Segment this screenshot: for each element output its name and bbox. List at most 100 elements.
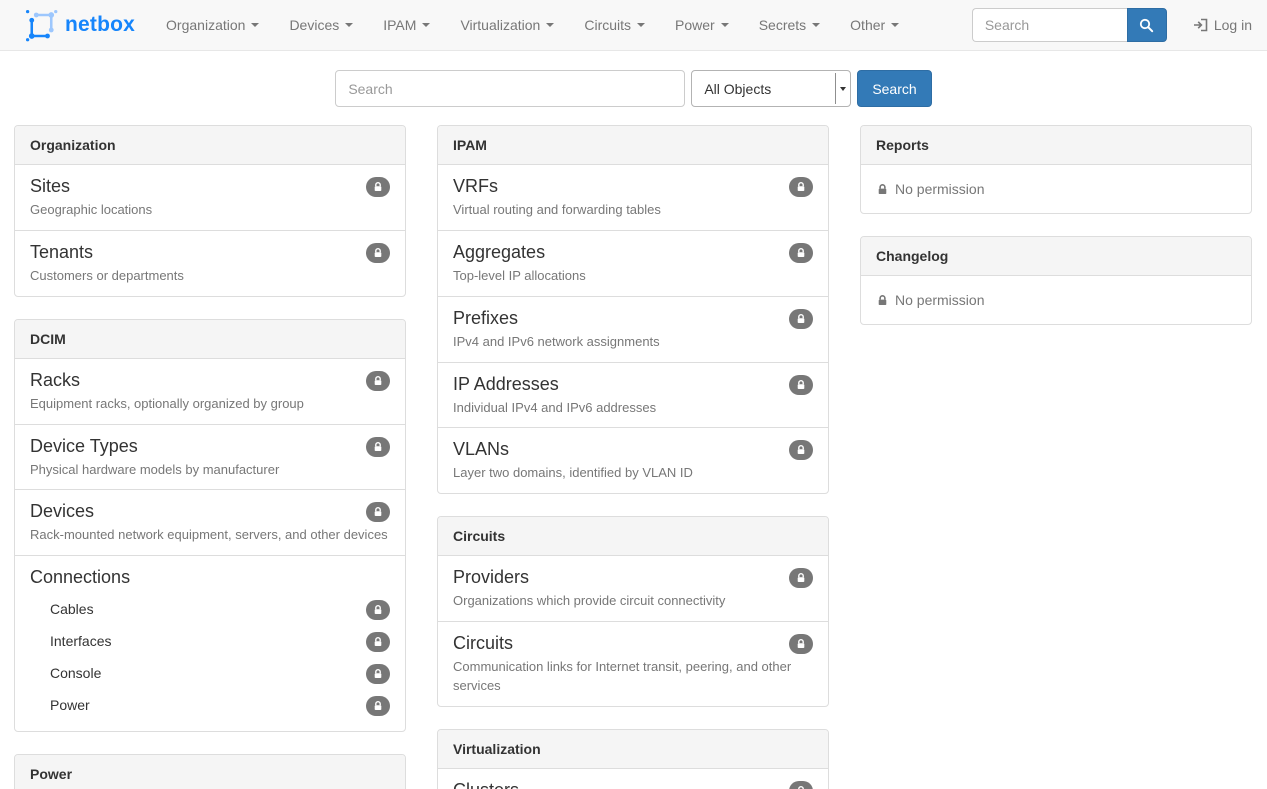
item-description: Virtual routing and forwarding tables [453,201,813,220]
caret-down-icon [345,23,353,27]
item-title[interactable]: Clusters [453,779,519,789]
item-head: Clusters [453,779,813,789]
lock-badge [366,177,390,197]
item-title[interactable]: Sites [30,175,70,198]
item-title[interactable]: Prefixes [453,307,518,330]
nav-item-ipam[interactable]: IPAM [368,0,445,50]
caret-down-icon [812,23,820,27]
panel-item-tenants[interactable]: TenantsCustomers or departments [15,231,405,296]
panel-item-devices[interactable]: DevicesRack-mounted network equipment, s… [15,490,405,556]
panel-item-vrfs[interactable]: VRFs Virtual routing and forwarding table… [438,165,828,231]
no-permission-message: No permission [861,276,1251,324]
nav-item-power[interactable]: Power [660,0,744,50]
item-title[interactable]: Device Types [30,435,138,458]
item-title[interactable]: Tenants [30,241,93,264]
lock-icon [372,668,384,680]
no-permission-message: No permission [861,165,1251,213]
panel-dcim: DCIMRacksEquipment racks, optionally org… [14,319,406,733]
object-type-select[interactable]: All Objects [691,70,851,107]
search-icon [1139,18,1154,33]
panel-item-prefixes[interactable]: PrefixesIPv4 and IPv6 network assignment… [438,297,828,363]
subitem-interfaces[interactable]: Interfaces [30,625,390,657]
lock-badge [366,696,390,716]
subitem-console[interactable]: Console [30,657,390,689]
lock-icon [795,247,807,259]
panel-organization: Organization Sites Geographic locations Ten… [14,125,406,297]
lock-icon [795,572,807,584]
navbar-search-group [972,8,1167,42]
subitem-label[interactable]: Interfaces [50,633,111,649]
item-head: Racks [30,369,390,392]
item-title[interactable]: Aggregates [453,241,545,264]
panel-item-device-types[interactable]: Device Types Physical hardware models by … [15,425,405,491]
subitem-label[interactable]: Cables [50,601,94,617]
item-title[interactable]: Connections [30,566,130,589]
item-description: Organizations which provide circuit conn… [453,592,813,611]
item-head: Devices [30,500,390,523]
nav-item-secrets[interactable]: Secrets [744,0,835,50]
panel-item-circuits[interactable]: CircuitsCommunication links for Internet… [438,622,828,706]
panel-title: DCIM [15,320,405,359]
panel-reports: ReportsNo permission [860,125,1252,214]
brand-label: netbox [65,13,135,37]
subitem-label[interactable]: Console [50,665,101,681]
item-head: IP Addresses [453,373,813,396]
lock-icon [876,183,889,196]
item-title[interactable]: VLANs [453,438,509,461]
item-description: Geographic locations [30,201,390,220]
nav-item-label: Power [675,17,715,33]
global-search-input[interactable] [335,70,685,107]
item-title[interactable]: Providers [453,566,529,589]
nav-item-other[interactable]: Other [835,0,914,50]
panel-title: Organization [15,126,405,165]
nav-item-label: IPAM [383,17,416,33]
lock-badge [789,309,813,329]
item-title[interactable]: Circuits [453,632,513,655]
nav-item-circuits[interactable]: Circuits [569,0,660,50]
item-head: Providers [453,566,813,589]
item-title[interactable]: Racks [30,369,80,392]
panel-item-aggregates[interactable]: AggregatesTop-level IP allocations [438,231,828,297]
navbar-search-button[interactable] [1127,8,1167,42]
subitem-list: Cables Interfaces Console Power [30,593,390,721]
nav-item-devices[interactable]: Devices [274,0,368,50]
login-link[interactable]: Log in [1193,17,1252,33]
navbar-search-input[interactable] [972,8,1127,42]
item-description: Physical hardware models by manufacturer [30,461,390,480]
nav-item-organization[interactable]: Organization [151,0,274,50]
item-description: Layer two domains, identified by VLAN ID [453,464,813,483]
item-head: Circuits [453,632,813,655]
lock-badge [366,600,390,620]
subitem-power[interactable]: Power [30,689,390,721]
lock-icon [372,604,384,616]
nav-item-label: Virtualization [460,17,540,33]
item-head: Connections [30,566,390,589]
panel-item-clusters[interactable]: Clusters [438,769,828,789]
lock-icon [372,441,384,453]
panel-item-ip-addresses[interactable]: IP AddressesIndividual IPv4 and IPv6 add… [438,363,828,429]
panel-item-vlans[interactable]: VLANs Layer two domains, identified by VL… [438,428,828,493]
netbox-brand[interactable]: netbox [25,9,135,42]
netbox-logo-icon [25,9,58,42]
item-title[interactable]: VRFs [453,175,498,198]
global-search-button[interactable]: Search [857,70,931,107]
nav-item-label: Circuits [584,17,631,33]
caret-down-icon [891,23,899,27]
item-title[interactable]: IP Addresses [453,373,559,396]
item-head: VRFs [453,175,813,198]
item-title[interactable]: Devices [30,500,94,523]
panel-title: Circuits [438,517,828,556]
nav-item-virtualization[interactable]: Virtualization [445,0,569,50]
lock-badge [366,632,390,652]
panel-item-sites[interactable]: Sites Geographic locations [15,165,405,231]
lock-badge [366,502,390,522]
item-head: VLANs [453,438,813,461]
panel-item-connections[interactable]: Connections Cables Interfaces Console Power [15,556,405,731]
lock-badge [789,568,813,588]
lock-badge [789,177,813,197]
subitem-label[interactable]: Power [50,697,90,713]
panel-item-racks[interactable]: RacksEquipment racks, optionally organiz… [15,359,405,425]
subitem-cables[interactable]: Cables [30,593,390,625]
global-search-section: All Objects Search [0,70,1267,107]
panel-item-providers[interactable]: Providers Organizations which provide cir… [438,556,828,622]
